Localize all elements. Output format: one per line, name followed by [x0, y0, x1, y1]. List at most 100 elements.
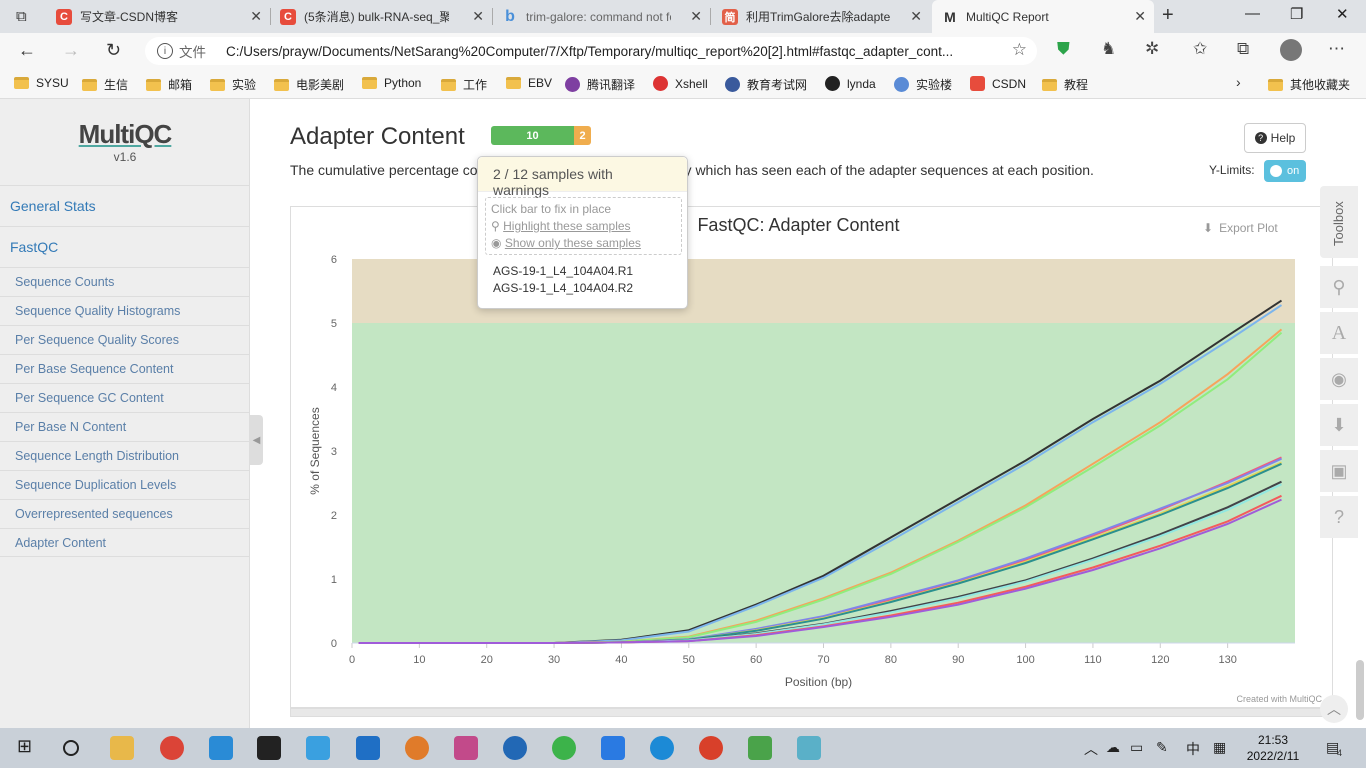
adapter-content-chart[interactable]: FastQC: Adapter Content0 10 20 30 40 50 60 70 80… — [291, 207, 1332, 707]
save-tool-icon[interactable]: ▣ — [1320, 450, 1358, 492]
nav-fastqc[interactable]: FastQC — [0, 226, 249, 267]
pen-icon[interactable]: ✎ — [1156, 739, 1168, 756]
app-icon[interactable] — [748, 736, 772, 760]
window-close-icon[interactable]: ✕ — [1336, 5, 1349, 23]
extension-icon[interactable]: ♞ — [1101, 39, 1116, 59]
back-icon[interactable]: ← — [18, 40, 36, 61]
puzzle-icon[interactable]: ✲ — [1145, 39, 1159, 59]
app-icon[interactable] — [797, 736, 821, 760]
rename-tool-icon[interactable]: A — [1320, 312, 1358, 354]
close-icon[interactable]: ✕ — [472, 8, 484, 25]
highlight-samples-link[interactable]: Highlight these samples — [503, 219, 630, 233]
help-tool-icon[interactable]: ? — [1320, 496, 1358, 538]
more-icon[interactable]: ⋯ — [1328, 39, 1345, 59]
app-icon[interactable] — [454, 736, 478, 760]
nav-per-base-sequence-content[interactable]: Per Base Sequence Content — [0, 354, 249, 383]
jupyter-icon[interactable] — [405, 736, 429, 760]
tab-1[interactable]: C (5条消息) bulk-RNA-seq_聚聚 ✕ — [270, 0, 492, 33]
export-plot-button[interactable]: ⬇ Export Plot — [1203, 221, 1278, 235]
system-clock[interactable]: 21:53 2022/2/11 — [1238, 732, 1308, 764]
info-icon[interactable]: i — [157, 43, 173, 59]
favorite-star-icon[interactable]: ☆ — [1012, 40, 1027, 60]
bookmark-item[interactable]: Python — [362, 76, 421, 90]
favorites-icon[interactable]: ✩ — [1193, 39, 1207, 59]
bookmark-item[interactable]: SYSU — [14, 76, 69, 90]
r-icon[interactable] — [503, 736, 527, 760]
bookmark-item[interactable]: lynda — [825, 76, 876, 91]
tab-0[interactable]: C 写文章-CSDN博客 ✕ — [46, 0, 270, 33]
highlight-tool-icon[interactable]: ⚲ — [1320, 266, 1358, 308]
drive-icon[interactable] — [306, 736, 330, 760]
app-icon[interactable] — [699, 736, 723, 760]
terminal-icon[interactable] — [257, 736, 281, 760]
close-icon[interactable]: ✕ — [690, 8, 702, 25]
help-button[interactable]: ? Help — [1244, 123, 1306, 153]
file-explorer-icon[interactable] — [110, 736, 134, 760]
app-icon[interactable] — [356, 736, 380, 760]
windows-start-icon[interactable]: ⊞ — [17, 736, 32, 757]
shield-icon[interactable]: ⛊ — [1057, 39, 1070, 59]
scroll-top-button[interactable]: ︿ — [1320, 695, 1348, 723]
tab-2[interactable]: b trim-galore: command not fo ✕ — [492, 0, 710, 33]
sidebar-collapse-button[interactable]: ◀ — [250, 415, 263, 465]
nav-per-base-n-content[interactable]: Per Base N Content — [0, 412, 249, 441]
nav-sequence-duplication-levels[interactable]: Sequence Duplication Levels — [0, 470, 249, 499]
tab-actions-icon[interactable]: ⧉ — [16, 8, 27, 25]
other-bookmarks[interactable]: 其他收藏夹 — [1268, 76, 1350, 93]
nav-per-sequence-gc-content[interactable]: Per Sequence GC Content — [0, 383, 249, 412]
nav-sequence-length-distribution[interactable]: Sequence Length Distribution — [0, 441, 249, 470]
chevron-right-icon[interactable]: › — [1236, 74, 1241, 90]
wechat-icon[interactable] — [552, 736, 576, 760]
bookmark-item[interactable]: 邮箱 — [146, 76, 192, 93]
url-field[interactable]: i 文件 C:/Users/prayw/Documents/NetSarang%… — [145, 37, 1037, 65]
ylimits-toggle[interactable]: on — [1264, 160, 1306, 182]
show-only-samples-link[interactable]: Show only these samples — [505, 236, 641, 250]
chevron-up-icon[interactable]: ︿ — [1084, 739, 1098, 759]
close-icon[interactable]: ✕ — [1134, 8, 1146, 25]
nav-per-sequence-quality-scores[interactable]: Per Sequence Quality Scores — [0, 325, 249, 354]
hide-tool-icon[interactable]: ◉ — [1320, 358, 1358, 400]
bookmark-item[interactable]: 教育考试网 — [725, 76, 807, 93]
bookmark-item[interactable]: 实验 — [210, 76, 256, 93]
search-icon[interactable] — [63, 740, 79, 756]
nav-sequence-quality-histograms[interactable]: Sequence Quality Histograms — [0, 296, 249, 325]
keyboard-icon[interactable]: ▦ — [1213, 739, 1226, 756]
todo-icon[interactable] — [601, 736, 625, 760]
warn-segment[interactable]: 2 — [574, 126, 591, 145]
refresh-icon[interactable]: ↻ — [106, 40, 121, 61]
nav-adapter-content[interactable]: Adapter Content — [0, 528, 249, 557]
network-icon[interactable]: ▭ — [1130, 739, 1143, 756]
forward-icon[interactable]: → — [62, 40, 80, 61]
bookmark-item[interactable]: 教程 — [1042, 76, 1088, 93]
plot-resize-handle[interactable] — [290, 708, 1333, 717]
tab-4-active[interactable]: M MultiQC Report ✕ — [932, 0, 1154, 33]
restore-icon[interactable]: ❐ — [1290, 5, 1303, 23]
bookmark-item[interactable]: EBV — [506, 76, 552, 90]
bookmark-item[interactable]: 实验楼 — [894, 76, 952, 93]
pass-segment[interactable]: 10 — [491, 126, 574, 145]
bookmark-item[interactable]: 工作 — [441, 76, 487, 93]
ime-indicator[interactable]: 中 — [1186, 739, 1200, 759]
bookmark-item[interactable]: CSDN — [970, 76, 1026, 91]
bookmark-item[interactable]: 腾讯翻译 — [565, 76, 635, 93]
collections-icon[interactable]: ⧉ — [1237, 39, 1249, 59]
bookmark-item[interactable]: 生信 — [82, 76, 128, 93]
avatar[interactable] — [1280, 39, 1302, 61]
bookmark-item[interactable]: Xshell — [653, 76, 708, 91]
tab-3[interactable]: 简 利用TrimGalore去除adapter以 ✕ — [712, 0, 930, 33]
edge-icon[interactable] — [650, 736, 674, 760]
bookmark-item[interactable]: 电影美剧 — [274, 76, 344, 93]
nav-general-stats[interactable]: General Stats — [0, 185, 249, 226]
cloud-icon[interactable]: ☁ — [1106, 739, 1120, 756]
export-tool-icon[interactable]: ⬇ — [1320, 404, 1358, 446]
toolbox-label[interactable]: Toolbox — [1331, 196, 1346, 246]
new-tab-button[interactable]: + — [1162, 4, 1174, 27]
close-icon[interactable]: ✕ — [910, 8, 922, 25]
nav-sequence-counts[interactable]: Sequence Counts — [0, 267, 249, 296]
multiqc-logo[interactable]: MultiQC v1.6 — [0, 119, 250, 164]
close-icon[interactable]: ✕ — [250, 8, 262, 25]
send-app-icon[interactable] — [209, 736, 233, 760]
minimize-icon[interactable]: — — [1245, 5, 1260, 22]
chrome-icon[interactable] — [160, 736, 184, 760]
page-scrollbar[interactable] — [1356, 660, 1364, 720]
